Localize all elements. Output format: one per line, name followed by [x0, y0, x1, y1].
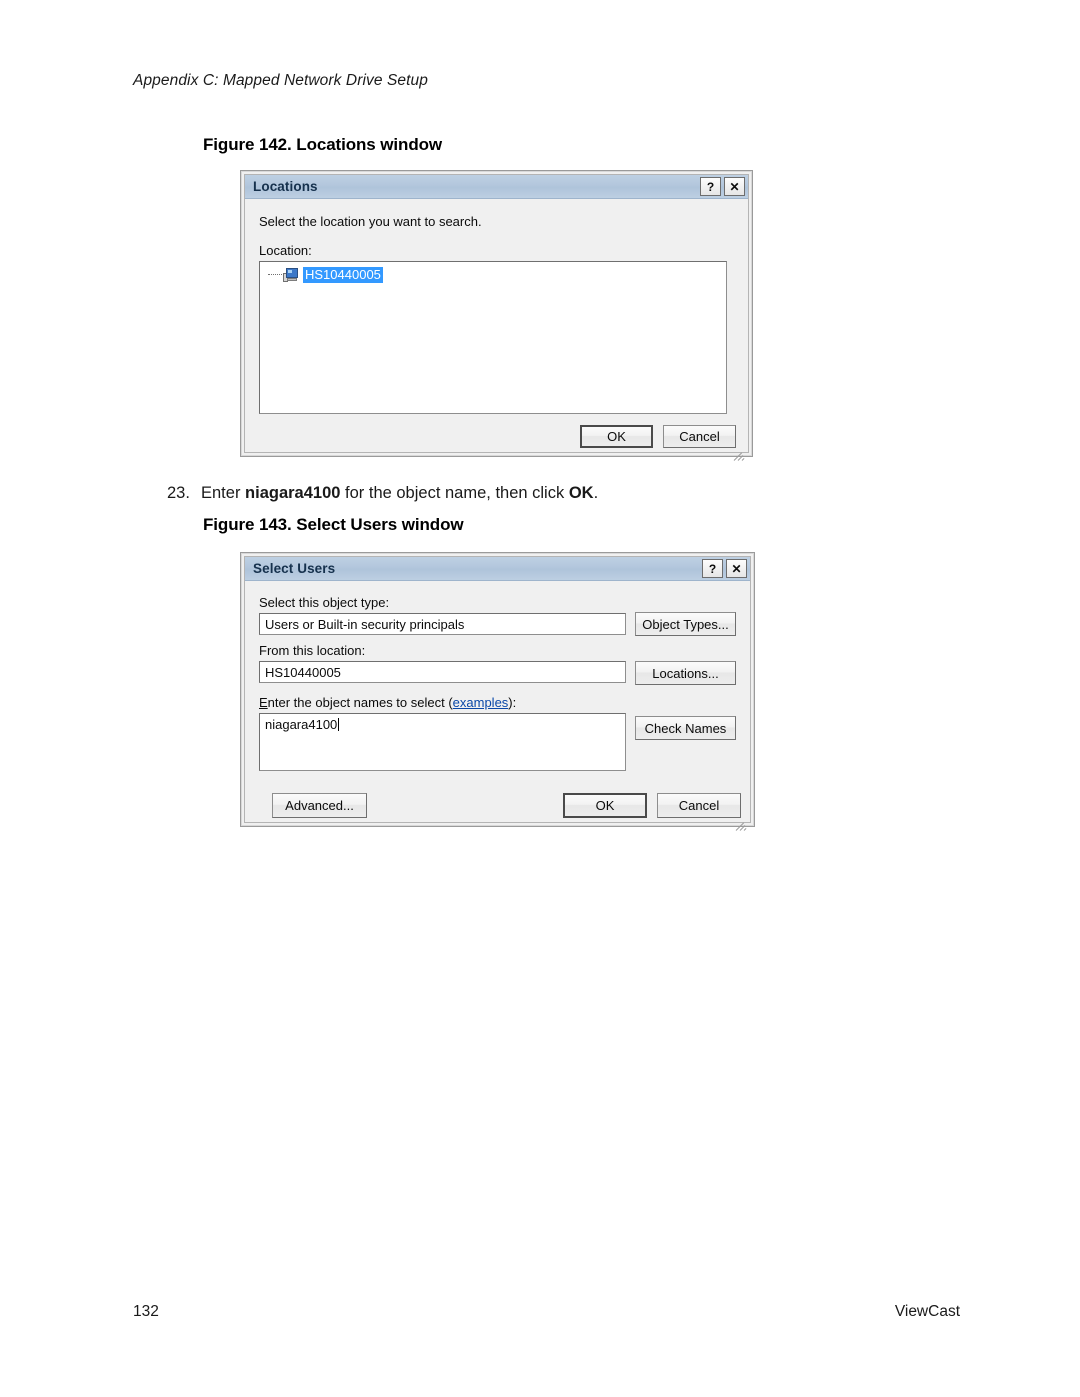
computer-icon [283, 268, 299, 282]
footer-brand: ViewCast [894, 1303, 960, 1320]
step-action: OK [568, 484, 594, 502]
step-text: Enter niagara4100 for the object name, t… [201, 484, 598, 502]
step-text-before: Enter [201, 484, 246, 502]
figure-143-caption: Figure 143. Select Users window [203, 515, 464, 534]
close-icon[interactable]: ✕ [724, 177, 745, 196]
resize-grip[interactable] [733, 449, 746, 461]
locations-titlebar-buttons: ? ✕ [700, 177, 745, 196]
select-users-title: Select Users [253, 561, 336, 576]
locations-titlebar: Locations ? ✕ [245, 175, 748, 199]
locations-button[interactable]: Locations... [635, 661, 736, 685]
tree-connector-line [268, 274, 282, 276]
tree-item-computer[interactable]: HS10440005 [268, 266, 726, 284]
locations-ok-button[interactable]: OK [580, 425, 653, 448]
text-caret [338, 718, 340, 731]
object-type-label: Select this object type: [259, 595, 390, 610]
location-treeview[interactable]: HS10440005 [259, 261, 727, 414]
object-types-button[interactable]: Object Types... [635, 612, 736, 636]
page-number: 132 [133, 1303, 159, 1320]
object-names-label-post: ): [508, 695, 517, 710]
locations-instruction: Select the location you want to search. [259, 214, 482, 229]
location-label: Location: [259, 243, 312, 258]
object-names-label-mid: nter the object names to select ( [267, 695, 453, 710]
locations-dialog-frame: Locations ? ✕ Select the location you wa… [244, 174, 749, 461]
figure-142-caption: Figure 142. Locations window [203, 135, 443, 154]
step-23: 23. Enter niagara4100 for the object name… [167, 484, 927, 503]
object-type-field[interactable]: Users or Built-in security principals [259, 613, 626, 635]
examples-link[interactable]: examples [453, 695, 509, 710]
help-icon[interactable]: ? [700, 177, 721, 196]
select-users-dialog-frame: Select Users ? ✕ Select this object type… [244, 556, 751, 831]
locations-cancel-button[interactable]: Cancel [663, 425, 736, 448]
step-text-after: . [593, 484, 599, 502]
select-users-ok-button[interactable]: OK [563, 793, 647, 818]
step-number: 23. [167, 484, 190, 502]
select-users-titlebar-buttons: ? ✕ [702, 559, 747, 578]
close-icon[interactable]: ✕ [726, 559, 747, 578]
from-location-label: From this location: [259, 643, 366, 658]
object-names-label: Enter the object names to select (exampl… [259, 695, 516, 710]
object-names-value: niagara4100 [265, 717, 338, 732]
advanced-button[interactable]: Advanced... [272, 793, 367, 818]
step-object-name: niagara4100 [245, 484, 341, 502]
object-names-accelerator: E [259, 695, 268, 710]
step-text-middle: for the object name, then click [340, 484, 569, 502]
select-users-dialog: Select Users ? ✕ Select this object type… [240, 552, 755, 831]
tree-item-label: HS10440005 [303, 267, 383, 283]
help-icon[interactable]: ? [702, 559, 723, 578]
from-location-field[interactable]: HS10440005 [259, 661, 626, 683]
resize-grip[interactable] [735, 819, 748, 831]
object-names-field[interactable]: niagara4100 [259, 713, 626, 771]
select-users-titlebar: Select Users ? ✕ [245, 557, 750, 581]
check-names-button[interactable]: Check Names [635, 716, 736, 740]
locations-dialog: Locations ? ✕ Select the location you wa… [240, 170, 753, 461]
select-users-cancel-button[interactable]: Cancel [657, 793, 741, 818]
running-header: Appendix C: Mapped Network Drive Setup [133, 72, 428, 89]
locations-title: Locations [253, 179, 318, 194]
